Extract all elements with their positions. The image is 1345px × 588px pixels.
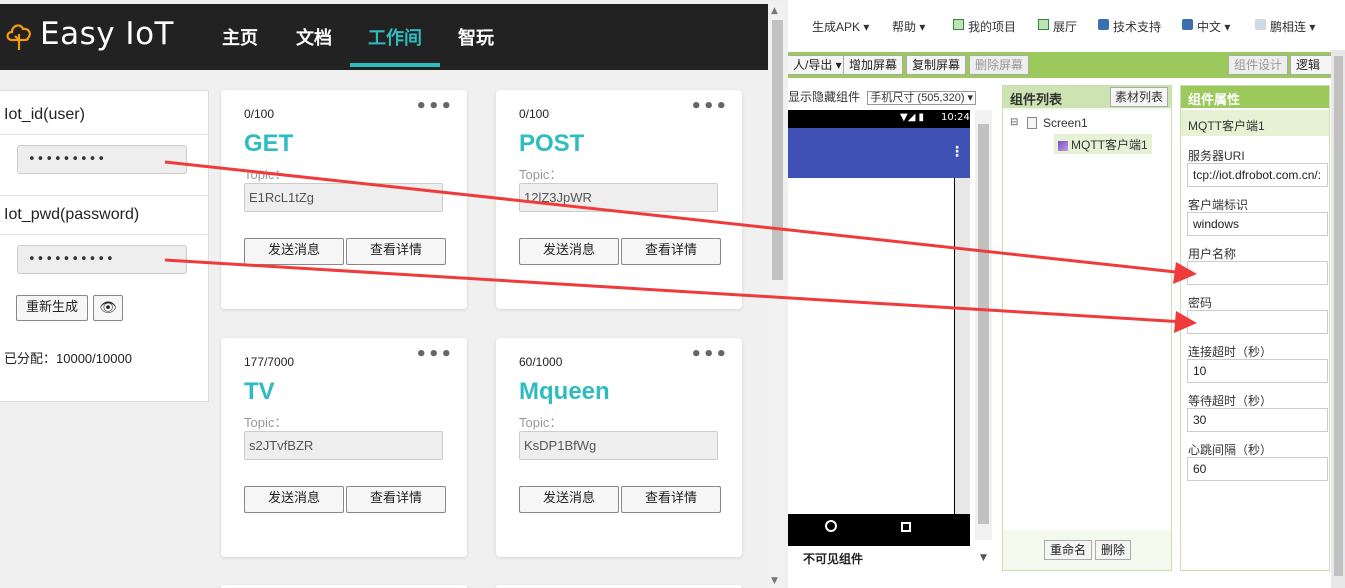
arrowhead-icon [1173, 262, 1197, 284]
annotation-arrows [164, 160, 1197, 333]
arrow-id-to-username [164, 160, 1186, 275]
arrowhead-icon [1174, 311, 1197, 333]
arrow-pwd-to-password [164, 258, 1186, 324]
